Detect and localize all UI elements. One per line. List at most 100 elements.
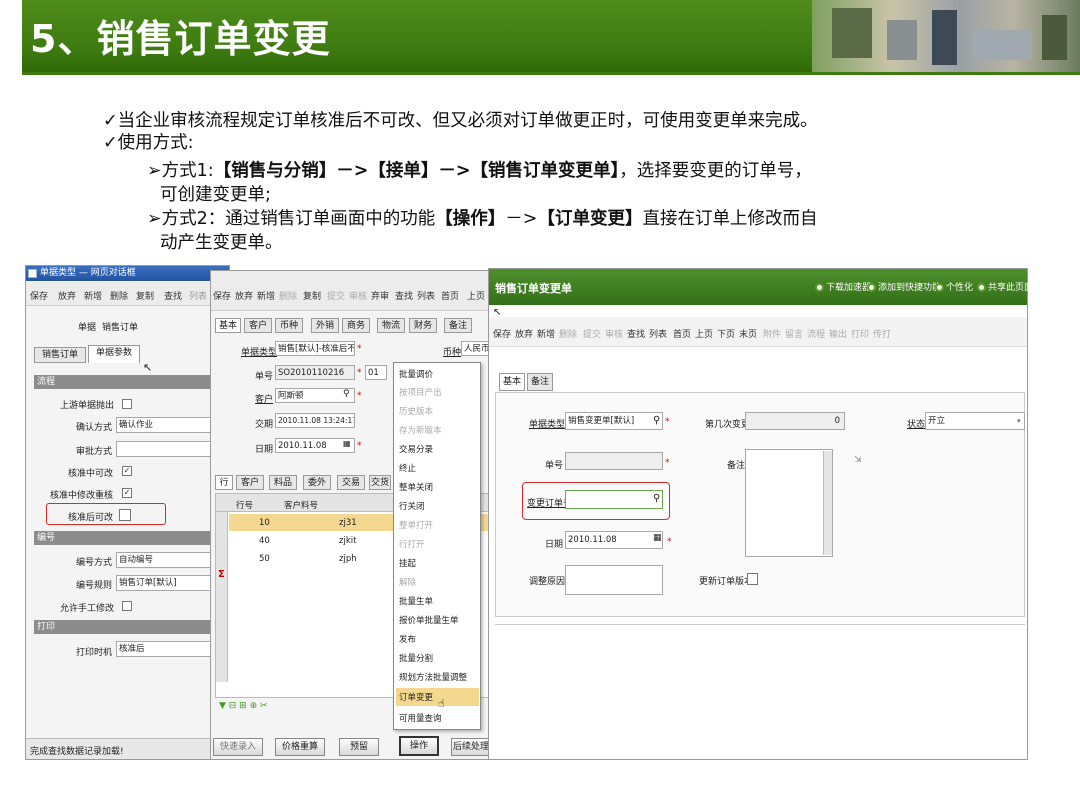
menu-item-history-version[interactable]: 历史版本 xyxy=(399,405,433,417)
so-find-button[interactable]: 查找 xyxy=(395,289,413,302)
menu-item-save-version[interactable]: 存为新版本 xyxy=(399,424,442,436)
ch-output-button[interactable]: 输出 xyxy=(829,327,847,340)
grid-tab-outsource[interactable]: 委外 xyxy=(303,475,331,490)
w1-delete-button[interactable]: 删除 xyxy=(110,289,128,302)
so-tab-commerce[interactable]: 商务 xyxy=(342,318,370,333)
ch-first-button[interactable]: 首页 xyxy=(673,327,691,340)
w1-list-button[interactable]: 列表 xyxy=(189,289,207,302)
ch-order-no-search-icon[interactable]: ⚲ xyxy=(653,493,660,504)
price-recalc-button[interactable]: 价格重算 xyxy=(275,738,325,756)
ch-remark-scrollbar[interactable] xyxy=(823,451,832,555)
so-tab-basic[interactable]: 基本 xyxy=(215,318,241,333)
ch-prev-button[interactable]: 上页 xyxy=(695,327,713,340)
menu-item-available-qty[interactable]: 可用量查询 xyxy=(399,712,442,724)
ch-update-version-checkbox[interactable] xyxy=(747,573,758,585)
so-copy-button[interactable]: 复制 xyxy=(303,289,321,302)
ch-status-chevron-down-icon[interactable]: ▾ xyxy=(1017,417,1021,425)
so-code-field[interactable]: 01 xyxy=(365,365,387,380)
so-save-button[interactable]: 保存 xyxy=(213,289,231,302)
so-first-button[interactable]: 首页 xyxy=(441,289,459,302)
menu-item-close-line[interactable]: 行关闭 xyxy=(399,500,425,512)
w1-copy-button[interactable]: 复制 xyxy=(136,289,154,302)
tab-sales-order[interactable]: 销售订单 xyxy=(34,347,86,363)
menu-item-suspend[interactable]: 挂起 xyxy=(399,557,416,569)
so-date-calendar-icon[interactable]: ▦ xyxy=(343,439,351,448)
personalize-link[interactable]: 个性化 xyxy=(935,280,973,293)
menu-item-plan-method-adjust[interactable]: 规划方法批量调整 xyxy=(399,671,467,683)
ch-save-button[interactable]: 保存 xyxy=(493,327,511,340)
so-tab-finance[interactable]: 财务 xyxy=(409,318,437,333)
ch-flow-button[interactable]: 流程 xyxy=(807,327,825,340)
ch-remark-textarea[interactable] xyxy=(745,449,833,557)
grid-tools-icons[interactable]: ▼ ⊟ ⊞ ⊕ ✂ xyxy=(219,701,268,711)
grid-tab-delivery[interactable]: 交货 xyxy=(369,475,391,490)
grid-tab-customer[interactable]: 客户 xyxy=(236,475,264,490)
menu-item-quote-batch-generate[interactable]: 报价单批量生单 xyxy=(399,614,459,626)
reserve-button[interactable]: 预留 xyxy=(339,738,379,756)
ch-discard-button[interactable]: 放弃 xyxy=(515,327,533,340)
ch-find-button[interactable]: 查找 xyxy=(627,327,645,340)
followup-button[interactable]: 后续处理 xyxy=(451,738,491,756)
so-tab-export[interactable]: 外销 xyxy=(311,318,339,333)
ch-type-field[interactable]: 销售变更单[默认] xyxy=(565,412,663,430)
so-type-field[interactable]: 销售[默认]-核准后不 xyxy=(275,341,355,356)
quick-entry-button[interactable]: 快速录入 xyxy=(213,738,263,756)
ch-delete-button[interactable]: 删除 xyxy=(559,327,577,340)
editable-approving-checkbox[interactable]: ✓ xyxy=(122,466,132,476)
grid-tab-line[interactable]: 行 xyxy=(215,475,233,490)
so-tab-remark[interactable]: 备注 xyxy=(444,318,472,333)
so-tab-customer[interactable]: 客户 xyxy=(244,318,272,333)
menu-item-terminate[interactable]: 终止 xyxy=(399,462,416,474)
ch-tab-remark[interactable]: 备注 xyxy=(527,373,553,391)
so-discard-button[interactable]: 放弃 xyxy=(235,289,253,302)
menu-item-open-line[interactable]: 行打开 xyxy=(399,538,425,550)
so-no-field[interactable]: SO2010110216 xyxy=(275,365,355,380)
menu-item-close-order[interactable]: 整单关闭 xyxy=(399,481,433,493)
ch-date-field[interactable]: 2010.11.08 xyxy=(565,531,663,549)
ch-approve-button[interactable]: 审核 xyxy=(605,327,623,340)
ch-last-button[interactable]: 末页 xyxy=(739,327,757,340)
ch-new-button[interactable]: 新增 xyxy=(537,327,555,340)
ch-status-field[interactable]: 开立 xyxy=(925,412,1025,430)
ch-attach-button[interactable]: 附件 xyxy=(763,327,781,340)
ch-message-button[interactable]: 留言 xyxy=(785,327,803,340)
grid-tab-item[interactable]: 料品 xyxy=(269,475,297,490)
ch-order-no-field[interactable] xyxy=(565,490,663,509)
ch-date-calendar-icon[interactable]: ▦ xyxy=(653,533,662,543)
ch-remark-expand-icon[interactable]: ⇲ xyxy=(854,455,862,465)
menu-item-order-change[interactable]: 订单变更 xyxy=(399,691,433,703)
so-customer-search-icon[interactable]: ⚲ xyxy=(343,389,350,399)
so-delete-button[interactable]: 删除 xyxy=(279,289,297,302)
ch-submit-button[interactable]: 提交 xyxy=(583,327,601,340)
download-accelerator-link[interactable]: 下载加速器 xyxy=(815,280,871,293)
menu-item-trade-entries[interactable]: 交易分录 xyxy=(399,443,433,455)
so-submit-button[interactable]: 提交 xyxy=(327,289,345,302)
so-prev-button[interactable]: 上页 xyxy=(467,289,485,302)
ch-reason-field[interactable] xyxy=(565,565,663,595)
ch-type-search-icon[interactable]: ⚲ xyxy=(653,415,660,426)
w1-new-button[interactable]: 新增 xyxy=(84,289,102,302)
tab-doc-params[interactable]: 单据参数 xyxy=(88,345,140,363)
w1-find-button[interactable]: 查找 xyxy=(164,289,182,302)
ch-tab-basic[interactable]: 基本 xyxy=(499,373,525,391)
so-currency-field[interactable]: 人民币 xyxy=(461,341,491,356)
so-unapprove-button[interactable]: 弃审 xyxy=(371,289,389,302)
ch-fax-button[interactable]: 传打 xyxy=(873,327,891,340)
ch-next-button[interactable]: 下页 xyxy=(717,327,735,340)
add-shortcut-link[interactable]: 添加到快捷功能 xyxy=(867,280,941,293)
so-new-button[interactable]: 新增 xyxy=(257,289,275,302)
grid-tab-trade[interactable]: 交易 xyxy=(337,475,365,490)
upstream-checkbox[interactable] xyxy=(122,399,132,409)
menu-item-project-output[interactable]: 按项目产出 xyxy=(399,386,442,398)
ch-list-button[interactable]: 列表 xyxy=(649,327,667,340)
w1-save-button[interactable]: 保存 xyxy=(30,289,48,302)
so-approve-button[interactable]: 审核 xyxy=(349,289,367,302)
menu-item-batch-split[interactable]: 批量分割 xyxy=(399,652,433,664)
so-list-button[interactable]: 列表 xyxy=(417,289,435,302)
operation-button[interactable]: 操作 xyxy=(399,736,439,756)
editable-after-checkbox[interactable] xyxy=(119,509,131,521)
manual-edit-checkbox[interactable] xyxy=(122,601,132,611)
ch-print-button[interactable]: 打印 xyxy=(851,327,869,340)
ch-times-field[interactable]: 0 xyxy=(745,412,845,430)
menu-item-release[interactable]: 解除 xyxy=(399,576,416,588)
